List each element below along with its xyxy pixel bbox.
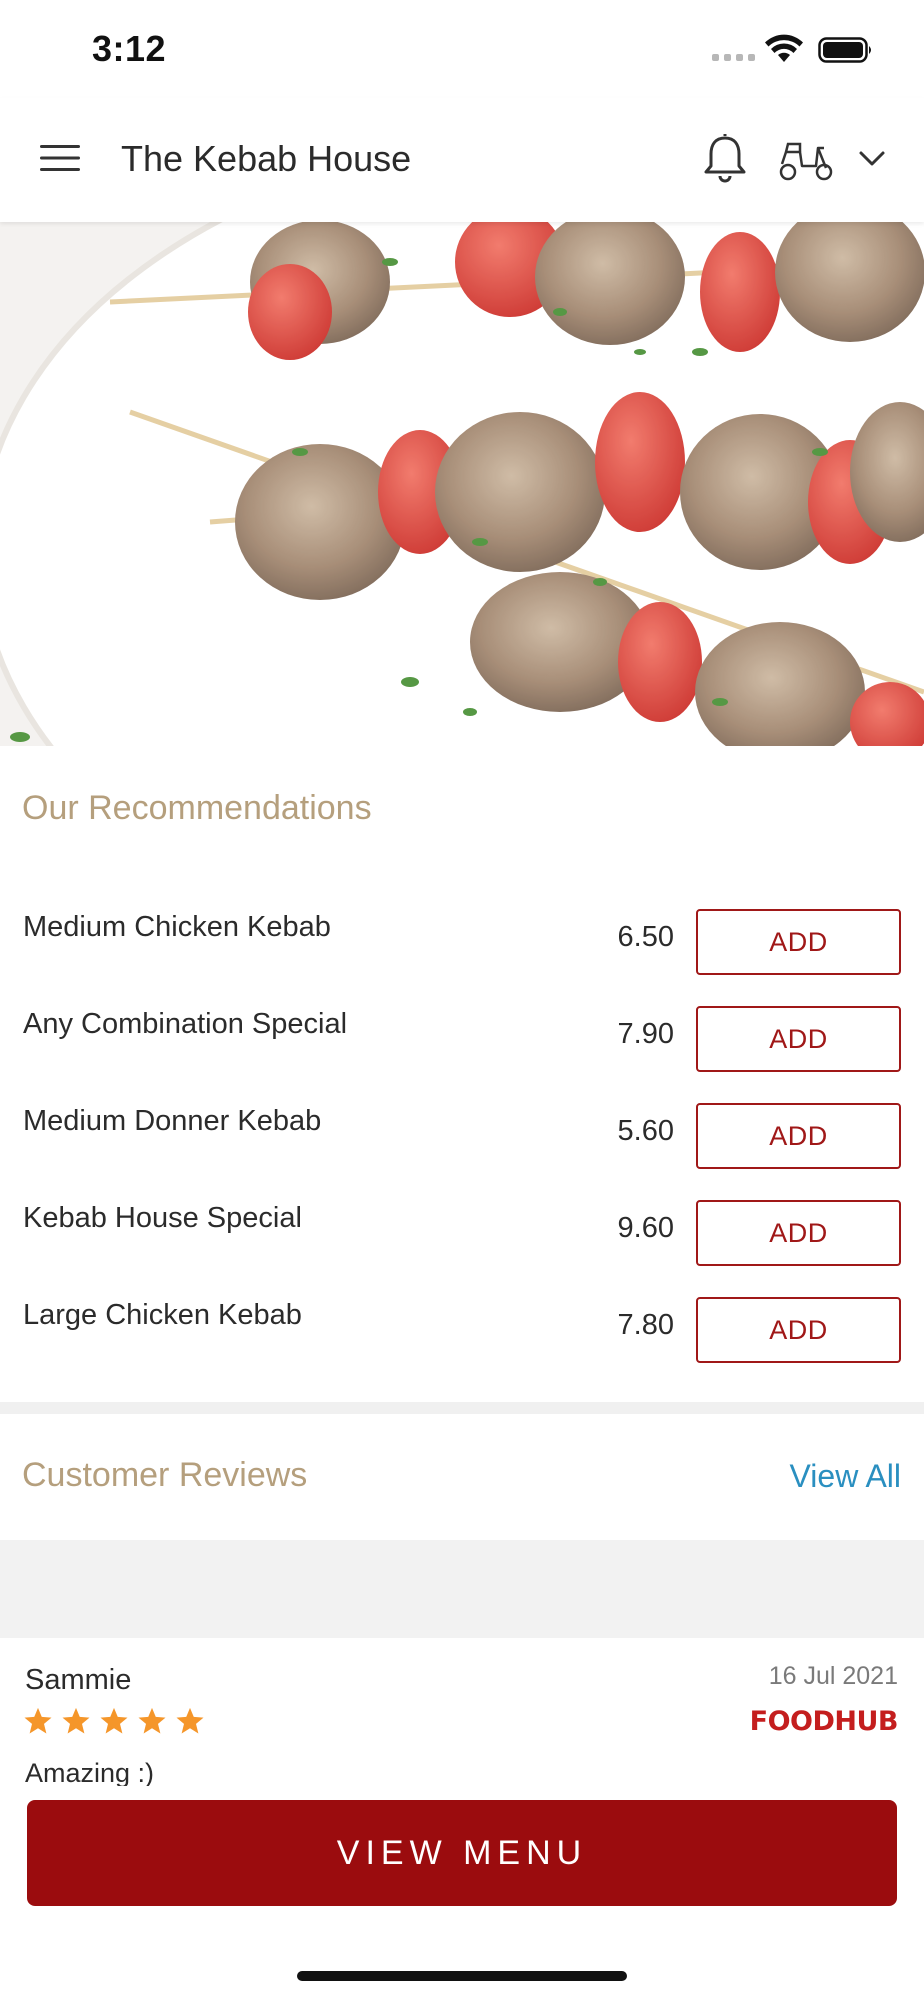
star-icon	[100, 1707, 128, 1734]
status-time: 3:12	[92, 28, 167, 69]
status-bar: 3:12	[0, 0, 924, 98]
star-icon	[62, 1707, 90, 1734]
recommendation-item: Large Chicken Kebab 7.80 ADD	[0, 1297, 924, 1367]
star-icon	[24, 1707, 52, 1734]
recommendation-item: Kebab House Special 9.60 ADD	[0, 1200, 924, 1270]
wifi-icon	[765, 34, 803, 62]
view-all-link[interactable]: View All	[790, 1458, 901, 1495]
app-header: The Kebab House	[0, 98, 924, 222]
add-button[interactable]: ADD	[696, 1103, 901, 1169]
section-divider	[0, 1402, 924, 1414]
scooter-icon[interactable]	[778, 138, 834, 182]
restaurant-title: The Kebab House	[121, 138, 412, 179]
recommendations-title: Our Recommendations	[22, 789, 372, 827]
recommendation-item: Any Combination Special 7.90 ADD	[0, 1006, 924, 1076]
bell-icon[interactable]	[700, 132, 750, 184]
recommendation-item: Medium Chicken Kebab 6.50 ADD	[0, 909, 924, 979]
item-price: 9.60	[617, 1212, 674, 1244]
item-price: 6.50	[617, 921, 674, 953]
review-date: 16 Jul 2021	[768, 1662, 898, 1690]
cellular-signal-icon	[712, 54, 755, 61]
menu-icon[interactable]	[40, 143, 80, 173]
star-icon	[176, 1707, 204, 1734]
star-icon	[138, 1707, 166, 1734]
add-button[interactable]: ADD	[696, 1297, 901, 1363]
item-name: Large Chicken Kebab	[23, 1299, 302, 1331]
item-price: 7.80	[617, 1309, 674, 1341]
item-name: Medium Donner Kebab	[23, 1105, 322, 1137]
item-name: Medium Chicken Kebab	[23, 911, 331, 943]
add-button[interactable]: ADD	[696, 1200, 901, 1266]
review-author: Sammie	[25, 1664, 132, 1696]
review-rating	[23, 1706, 205, 1736]
battery-icon	[818, 37, 871, 63]
add-button[interactable]: ADD	[696, 909, 901, 975]
foodhub-logo: FOODHUB	[749, 1706, 899, 1737]
view-menu-button[interactable]: VIEW MENU	[27, 1800, 897, 1906]
home-indicator[interactable]	[297, 1971, 627, 1981]
hero-image	[0, 222, 924, 746]
item-price: 5.60	[617, 1115, 674, 1147]
chevron-down-icon[interactable]	[856, 146, 888, 170]
item-name: Kebab House Special	[23, 1202, 302, 1234]
item-name: Any Combination Special	[23, 1008, 348, 1040]
kebab-skewers-photo	[0, 222, 924, 746]
review-text: Amazing :)	[25, 1758, 155, 1786]
recommendation-item: Medium Donner Kebab 5.60 ADD	[0, 1103, 924, 1173]
reviews-spacer	[0, 1540, 924, 1638]
item-price: 7.90	[617, 1018, 674, 1050]
add-button[interactable]: ADD	[696, 1006, 901, 1072]
reviews-title: Customer Reviews	[22, 1456, 308, 1494]
